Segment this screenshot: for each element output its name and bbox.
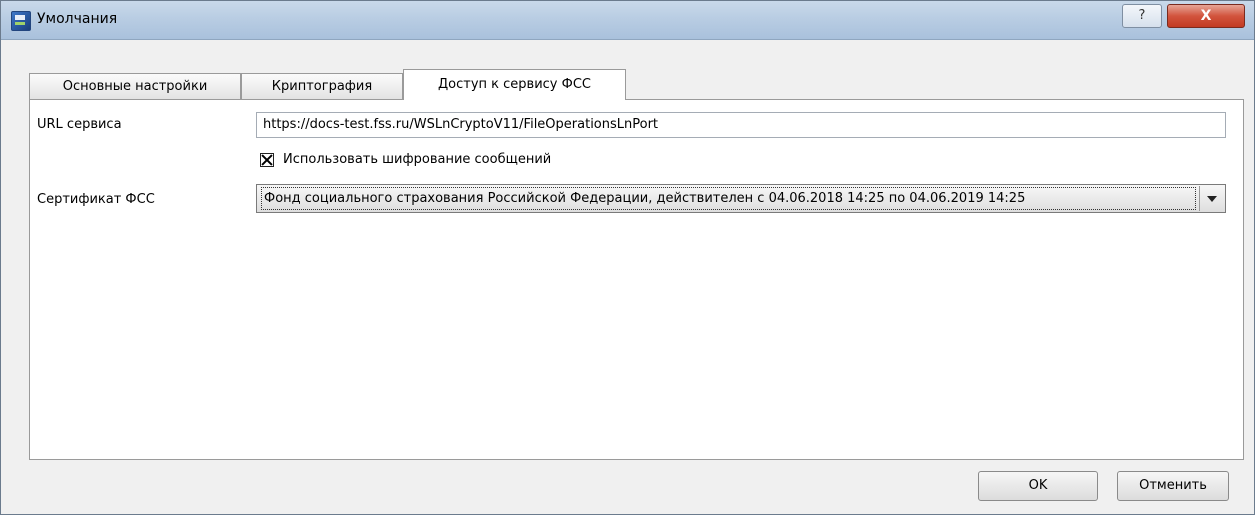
close-button[interactable]: X xyxy=(1167,4,1245,28)
url-input[interactable]: https://docs-test.fss.ru/WSLnCryptoV11/F… xyxy=(256,112,1226,138)
encryption-checkbox[interactable] xyxy=(260,153,274,167)
tab-fss-service-access[interactable]: Доступ к сервису ФСС xyxy=(403,69,626,100)
url-label: URL сервиса xyxy=(37,117,122,132)
tab-basic-settings-label: Основные настройки xyxy=(62,79,208,94)
window-title: Умолчания xyxy=(37,11,118,27)
help-button[interactable]: ? xyxy=(1122,4,1162,28)
cancel-button[interactable]: Отменить xyxy=(1117,471,1229,501)
title-bar[interactable]: Умолчания ? X xyxy=(1,1,1254,40)
tab-basic-settings[interactable]: Основные настройки xyxy=(29,73,241,99)
tab-cryptography[interactable]: Криптография xyxy=(241,73,403,99)
tab-fss-service-access-label: Доступ к сервису ФСС xyxy=(438,77,591,92)
encryption-checkbox-label[interactable]: Использовать шифрование сообщений xyxy=(283,152,551,167)
chevron-down-icon[interactable] xyxy=(1199,186,1224,211)
certificate-select[interactable]: Фонд социального страхования Российской … xyxy=(256,184,1226,213)
certificate-label: Сертификат ФСС xyxy=(37,192,155,207)
app-icon xyxy=(11,11,31,31)
ok-button[interactable]: OK xyxy=(978,471,1098,501)
defaults-dialog: Умолчания ? X Основные настройки Криптог… xyxy=(0,0,1255,515)
certificate-select-value: Фонд социального страхования Российской … xyxy=(261,187,1196,210)
tab-panel xyxy=(29,99,1244,460)
tab-cryptography-label: Криптография xyxy=(271,79,373,94)
